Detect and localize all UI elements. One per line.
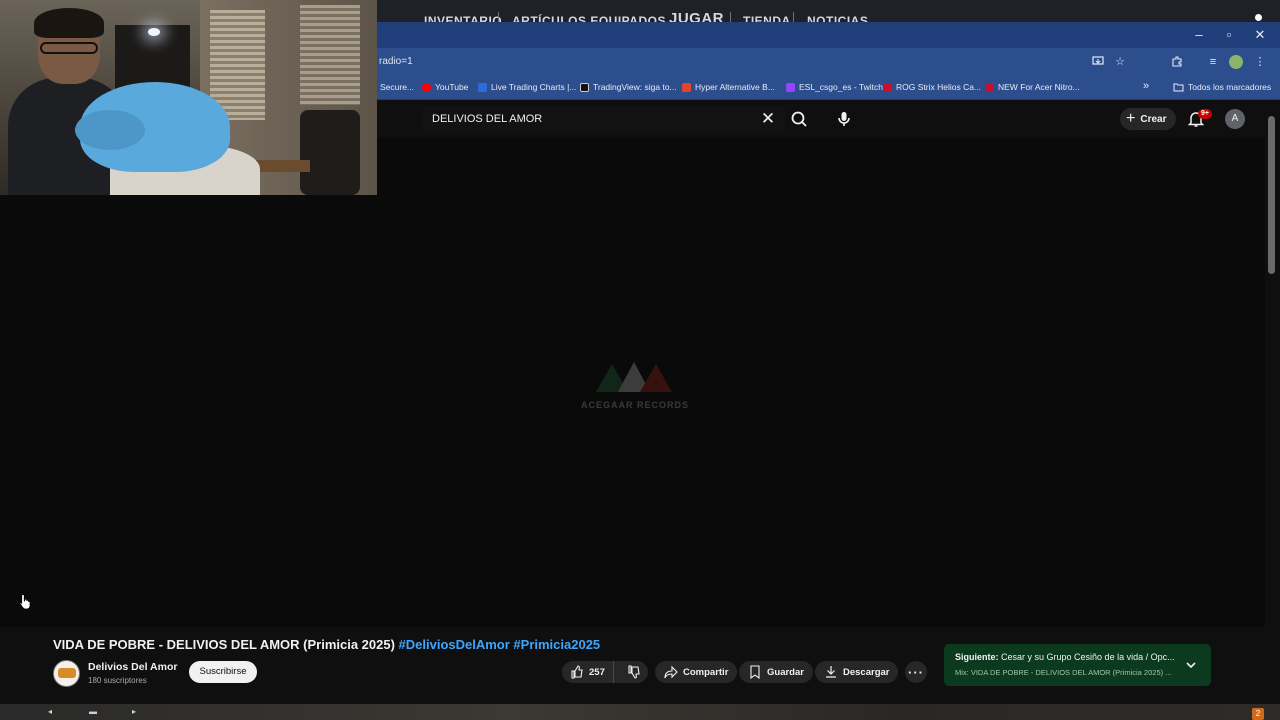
hand-cursor-icon — [19, 594, 31, 610]
bookmark-acer[interactable]: NEW For Acer Nitro... — [985, 82, 1080, 92]
thumbs-up-icon — [571, 665, 583, 679]
up-next-subtitle: Mix: VIDA DE POBRE - DELIVIOS DEL AMOR (… — [955, 668, 1172, 677]
search-query[interactable]: DELIVIOS DEL AMOR — [432, 113, 542, 125]
like-count: 257 — [589, 666, 605, 678]
subscriber-count: 180 suscriptores — [88, 676, 147, 685]
game-menu-noticias[interactable]: NOTICIAS — [807, 14, 868, 22]
bookmark-hyper[interactable]: Hyper Alternative B... — [682, 82, 775, 92]
install-icon[interactable] — [1091, 55, 1105, 69]
profile-icon[interactable] — [1229, 55, 1243, 69]
video-player[interactable] — [0, 195, 1265, 627]
status-dot — [1255, 14, 1262, 21]
chevron-down-icon[interactable] — [1184, 658, 1198, 672]
youtube-header: DELIVIOS DEL AMOR ✕ + Crear 9+ A — [377, 100, 1265, 138]
more-actions-button[interactable]: ··· — [905, 661, 927, 683]
extensions-icon[interactable] — [1170, 55, 1184, 69]
video-player-top[interactable] — [377, 138, 1265, 195]
channel-avatar[interactable] — [53, 660, 80, 687]
up-next-panel[interactable]: Siguiente: Cesar y su Grupo Cesiño de la… — [944, 644, 1211, 686]
taskbar-notification-badge[interactable]: 2 — [1252, 708, 1264, 720]
bookmark-secure[interactable]: Secure... — [380, 82, 414, 92]
screen: INVENTARIO ARTÍCULOS EQUIPADOS JUGAR TIE… — [0, 0, 1280, 720]
hashtag-links[interactable]: #DeliviosDelAmor #Primicia2025 — [399, 637, 601, 652]
up-next-title: Siguiente: Cesar y su Grupo Cesiño de la… — [955, 652, 1175, 662]
star-icon[interactable]: ☆ — [1113, 55, 1127, 69]
media-control-icon[interactable]: ≡ — [1206, 55, 1220, 69]
create-button[interactable]: + Crear — [1120, 108, 1177, 130]
game-menu-tienda[interactable]: TIENDA — [743, 14, 791, 22]
save-button[interactable]: Guardar — [739, 661, 813, 683]
bookmark-icon — [750, 665, 760, 679]
bookmarks-overflow-button[interactable]: » — [1143, 80, 1149, 92]
thumbs-down-icon — [627, 665, 640, 679]
all-bookmarks-folder[interactable]: Todos los marcadores — [1173, 82, 1271, 92]
taskbar-window-icon[interactable]: ▬ — [89, 707, 97, 717]
bookmark-live-trading[interactable]: Live Trading Charts |... — [478, 82, 576, 92]
address-text[interactable]: radio=1 — [379, 56, 413, 67]
restore-button[interactable]: ▫ — [1218, 26, 1240, 44]
bookmarks-bar: Secure... YouTube Live Trading Charts |.… — [377, 76, 1280, 100]
address-bar[interactable]: radio=1 ☆ ≡ ⋮ — [377, 48, 1280, 76]
game-menu-jugar[interactable]: JUGAR — [669, 10, 724, 22]
channel-name[interactable]: Delivios Del Amor — [88, 661, 177, 673]
download-button[interactable]: Descargar — [815, 661, 899, 683]
video-title: VIDA DE POBRE - DELIVIOS DEL AMOR (Primi… — [53, 637, 601, 652]
webcam-overlay — [0, 0, 377, 195]
game-menu-equipados[interactable]: ARTÍCULOS EQUIPADOS — [512, 14, 666, 22]
share-icon — [664, 665, 678, 679]
browser-titlebar: – ▫ ✕ — [377, 22, 1280, 48]
bookmark-rog[interactable]: ROG Strix Helios Ca... — [883, 82, 981, 92]
taskbar-forward-icon[interactable]: ▸ — [132, 707, 136, 717]
minimize-button[interactable]: – — [1188, 26, 1210, 44]
folder-icon — [1173, 83, 1184, 91]
like-dislike-group: 257 — [562, 661, 648, 683]
subscribe-button[interactable]: Suscribirse — [189, 661, 257, 683]
close-window-button[interactable]: ✕ — [1249, 26, 1271, 44]
game-menu-inventario[interactable]: INVENTARIO — [424, 14, 502, 22]
like-button[interactable]: 257 — [562, 661, 615, 683]
menu-icon[interactable]: ⋮ — [1253, 55, 1267, 69]
bookmark-tradingview[interactable]: TradingView: siga to... — [580, 82, 677, 92]
download-icon — [826, 666, 836, 678]
page-scrollbar[interactable] — [1265, 100, 1280, 704]
watermark-text: ACEGAAR RECORDS — [580, 400, 689, 410]
bookmark-twitch[interactable]: ESL_csgo_es - Twitch — [786, 82, 883, 92]
dislike-button[interactable] — [619, 661, 648, 683]
search-input[interactable]: DELIVIOS DEL AMOR — [422, 106, 785, 132]
scroll-thumb[interactable] — [1268, 116, 1275, 274]
taskbar-back-icon[interactable]: ◂ — [48, 707, 52, 717]
notification-badge: 9+ — [1198, 109, 1212, 119]
account-avatar[interactable]: A — [1225, 109, 1245, 129]
bookmark-youtube[interactable]: YouTube — [422, 82, 468, 92]
plus-icon: + — [1126, 110, 1136, 127]
record-label-logo — [596, 362, 672, 392]
taskbar: ◂ ▬ ▸ 2 — [0, 704, 1280, 720]
share-button[interactable]: Compartir — [655, 661, 738, 683]
search-icon[interactable] — [787, 107, 811, 131]
video-info: VIDA DE POBRE - DELIVIOS DEL AMOR (Primi… — [0, 627, 1265, 704]
mic-icon[interactable] — [832, 107, 856, 131]
clear-search-icon[interactable]: ✕ — [759, 106, 777, 132]
game-menu-bar: INVENTARIO ARTÍCULOS EQUIPADOS JUGAR TIE… — [377, 0, 1280, 22]
